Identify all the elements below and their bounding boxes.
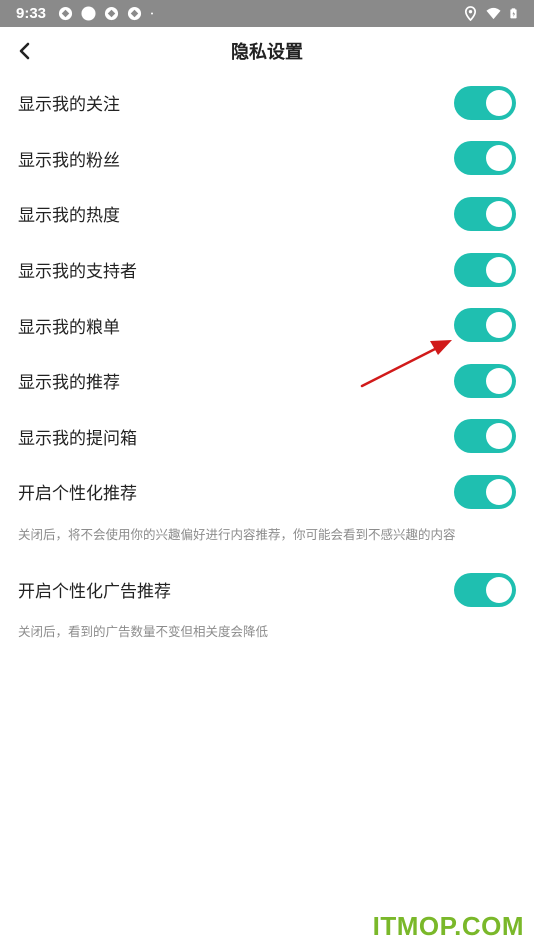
circle-notification-icon [81, 6, 96, 21]
setting-label: 显示我的支持者 [18, 262, 137, 283]
toggle-knob [486, 89, 512, 116]
toggle-show-supporters[interactable] [454, 252, 516, 287]
toggle-show-list[interactable] [454, 308, 516, 343]
toggle-knob [486, 576, 512, 603]
app-notification-icon [104, 6, 119, 21]
setting-note: 关闭后，将不会使用你的兴趣偏好进行内容推荐，你可能会看到不感兴趣的内容 [18, 526, 456, 542]
setting-row-show-fans: 显示我的粉丝 [0, 131, 534, 187]
page-title: 隐私设置 [231, 42, 303, 63]
setting-row-show-list: 显示我的粮单 [0, 297, 534, 353]
setting-row-show-recommendations: 显示我的推荐 [0, 353, 534, 409]
app-notification-icon [127, 6, 142, 21]
setting-label: 开启个性化广告推荐 [18, 582, 171, 603]
title-bar: 隐私设置 [0, 27, 534, 75]
toggle-personalized-recommendations[interactable] [454, 474, 516, 509]
notification-icons [58, 6, 158, 21]
setting-label: 显示我的关注 [18, 95, 120, 116]
toggle-knob [486, 423, 512, 450]
toggle-show-question-box[interactable] [454, 419, 516, 454]
chevron-left-icon [19, 42, 30, 60]
toggle-show-fans[interactable] [454, 141, 516, 176]
setting-row-show-supporters: 显示我的支持者 [0, 242, 534, 298]
settings-list: 显示我的关注 显示我的粉丝 显示我的热度 显示我的支持者 显示我的粮单 显示我的… [0, 75, 534, 653]
status-bar: 9:33 [0, 0, 534, 27]
setting-row-show-popularity: 显示我的热度 [0, 186, 534, 242]
toggle-show-popularity[interactable] [454, 196, 516, 231]
setting-label: 显示我的粉丝 [18, 150, 120, 171]
setting-row-show-following: 显示我的关注 [0, 75, 534, 131]
location-icon [464, 6, 477, 21]
back-button[interactable] [12, 39, 36, 63]
setting-label: 显示我的热度 [18, 206, 120, 227]
setting-note: 关闭后，看到的广告数量不变但相关度会降低 [18, 624, 269, 640]
system-icons [463, 6, 520, 21]
toggle-knob [486, 367, 512, 394]
toggle-knob [486, 200, 512, 227]
setting-label: 显示我的粮单 [18, 317, 120, 338]
toggle-knob [486, 312, 512, 339]
setting-row-personalized-recommendations: 开启个性化推荐 [0, 464, 534, 520]
toggle-knob [486, 256, 512, 283]
toggle-personalized-ads[interactable] [454, 572, 516, 607]
setting-row-show-question-box: 显示我的提问箱 [0, 409, 534, 465]
setting-label: 显示我的推荐 [18, 373, 120, 394]
setting-label: 显示我的提问箱 [18, 428, 137, 449]
setting-row-personalized-ads: 开启个性化广告推荐 [0, 562, 534, 618]
more-dot-icon [151, 12, 154, 15]
setting-label: 开启个性化推荐 [18, 484, 137, 505]
app-notification-icon [58, 6, 73, 21]
toggle-show-following[interactable] [454, 85, 516, 120]
toggle-knob [486, 478, 512, 505]
toggle-show-recommendations[interactable] [454, 363, 516, 398]
toggle-knob [486, 145, 512, 172]
status-time: 9:33 [16, 5, 47, 22]
battery-icon [510, 8, 517, 19]
watermark-logo: ITMOP.COM [372, 911, 524, 941]
wifi-icon [486, 7, 501, 20]
